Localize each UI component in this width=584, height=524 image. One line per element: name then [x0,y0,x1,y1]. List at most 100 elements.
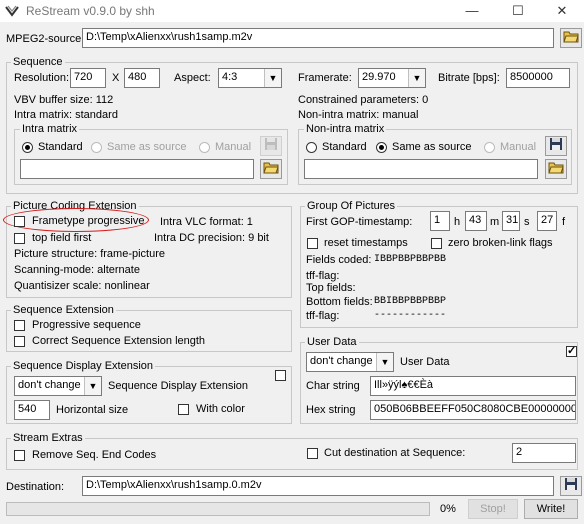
reset-timestamps-checkbox[interactable] [307,238,318,249]
seq-display-label: Sequence Display Extension [108,380,249,392]
intra-manual-label: Manual [215,141,252,153]
fields-coded-value: IBBPBBPBBPBB [374,254,447,265]
intra-matrix-input[interactable] [20,159,254,179]
gop-frames-input[interactable]: 27 [537,211,557,231]
progress-bar [6,502,430,516]
resolution-x-label: X [112,72,120,84]
remove-end-codes-label: Remove Seq. End Codes [32,449,157,461]
gop-hours-input[interactable]: 1 [430,211,450,231]
gop-minutes-unit: m [490,216,500,228]
intra-save-button[interactable] [260,136,282,156]
folder-open-icon [263,162,279,174]
with-color-checkbox[interactable] [178,404,189,415]
aspect-value: 4:3 [222,71,238,83]
write-button[interactable]: Write! [524,499,578,519]
intra-open-button[interactable] [260,159,282,179]
intra-vlc-text: Intra VLC format: 1 [160,216,253,228]
cut-destination-checkbox[interactable] [307,448,318,459]
cut-destination-label: Cut destination at Sequence: [324,447,466,459]
chevron-down-icon: ▼ [84,377,101,395]
top-fields-label: Top fields: [306,282,356,294]
resolution-label: Resolution: [14,72,70,84]
user-data-group-title: User Data [305,336,359,348]
close-button[interactable]: ✕ [540,0,584,22]
char-string-label: Char string [306,380,360,392]
bitrate-label: Bitrate [bps]: [438,72,500,84]
resolution-width-input[interactable]: 720 [70,68,106,88]
gop-seconds-input[interactable]: 31 [502,211,520,231]
intra-same-radio[interactable] [91,142,102,153]
sequence-extension-group-title: Sequence Extension [11,304,116,316]
destination-path-input[interactable]: D:\Temp\xAlienxx\rush1samp.0.m2v [82,476,554,496]
intra-standard-label: Standard [38,141,83,153]
resolution-height-input[interactable]: 480 [124,68,160,88]
nonintra-manual-label: Manual [500,141,537,153]
source-path-input[interactable]: D:\Temp\xAlienxx\rush1samp.m2v [82,28,554,48]
frametype-progressive-checkbox[interactable] [14,216,25,227]
nonintra-save-button[interactable] [545,136,567,156]
correct-seq-ext-length-label: Correct Sequence Extension length [32,335,206,347]
zero-broken-link-label: zero broken-link flags [448,237,553,249]
picture-structure-text: Picture structure: frame-picture [14,248,165,260]
nonintra-same-label: Same as source [392,141,472,153]
zero-broken-link-checkbox[interactable] [431,238,442,249]
nonintra-manual-radio[interactable] [484,142,495,153]
framerate-value: 29.970 [362,71,396,83]
sequence-group-title: Sequence [11,56,65,68]
progressive-sequence-checkbox[interactable] [14,320,25,331]
maximize-button[interactable]: ☐ [496,0,540,22]
intra-matrix-text: Intra matrix: standard [14,109,118,121]
open-source-button[interactable] [560,28,582,48]
nonintra-standard-label: Standard [322,141,367,153]
destination-label: Destination: [6,481,65,493]
save-destination-button[interactable] [560,476,582,496]
title-bar: ReStream v0.9.0 by shh — ☐ ✕ [0,0,584,22]
folder-open-icon [548,162,564,174]
intra-dc-text: Intra DC precision: 9 bit [154,232,269,244]
gop-frames-unit: f [562,216,566,228]
progress-percent: 0% [440,503,456,515]
save-disk-icon [265,138,277,150]
sequence-display-group-title: Sequence Display Extension [11,360,156,372]
user-data-enable-checkbox[interactable] [566,344,577,357]
horizontal-size-input[interactable]: 540 [14,400,50,420]
top-field-first-checkbox[interactable] [14,233,25,244]
chevron-down-icon: ▼ [408,69,425,87]
chevron-down-icon: ▼ [376,353,393,371]
framerate-select[interactable]: 29.970 ▼ [358,68,426,88]
nonintra-same-radio[interactable] [376,142,387,153]
aspect-select[interactable]: 4:3 ▼ [218,68,282,88]
user-data-mode-select[interactable]: don't change ▼ [306,352,394,372]
tff-flag-label-1: tff-flag: [306,270,340,282]
cut-sequence-input[interactable]: 2 [512,443,576,463]
folder-open-icon [563,31,579,43]
tff-flag-value-2: ------------ [374,310,447,321]
stream-extras-group-title: Stream Extras [11,432,85,444]
minimize-button[interactable]: — [450,0,494,22]
nonintra-matrix-input[interactable] [304,159,538,179]
nonintra-standard-radio[interactable] [306,142,317,153]
chevron-down-icon: ▼ [264,69,281,87]
horizontal-size-label: Horizontal size [56,404,129,416]
intra-manual-radio[interactable] [199,142,210,153]
remove-end-codes-checkbox[interactable] [14,450,25,461]
char-string-input[interactable]: Ill»ÿýl♠€€Èà [370,376,576,396]
sequence-display-enable-checkbox[interactable] [275,370,286,381]
nonintra-open-button[interactable] [545,159,567,179]
hex-string-input[interactable]: 050B06BBEEFF050C8080CBE000000000 [370,400,576,420]
tff-flag-label-2: tff-flag: [306,310,340,322]
gop-minutes-input[interactable]: 43 [465,211,487,231]
intra-same-label: Same as source [107,141,187,153]
bitrate-input[interactable]: 8500000 [506,68,570,88]
framerate-label: Framerate: [298,72,352,84]
stop-button[interactable]: Stop! [468,499,518,519]
constrained-params-text: Constrained parameters: 0 [298,94,429,106]
gop-group-title: Group Of Pictures [305,200,398,212]
intra-standard-radio[interactable] [22,142,33,153]
app-icon [5,5,19,17]
correct-seq-ext-length-checkbox[interactable] [14,336,25,347]
fields-coded-label: Fields coded: [306,254,372,266]
user-data-mode-value: don't change [310,355,373,367]
gop-hours-unit: h [454,216,461,228]
seq-display-mode-select[interactable]: don't change ▼ [14,376,102,396]
